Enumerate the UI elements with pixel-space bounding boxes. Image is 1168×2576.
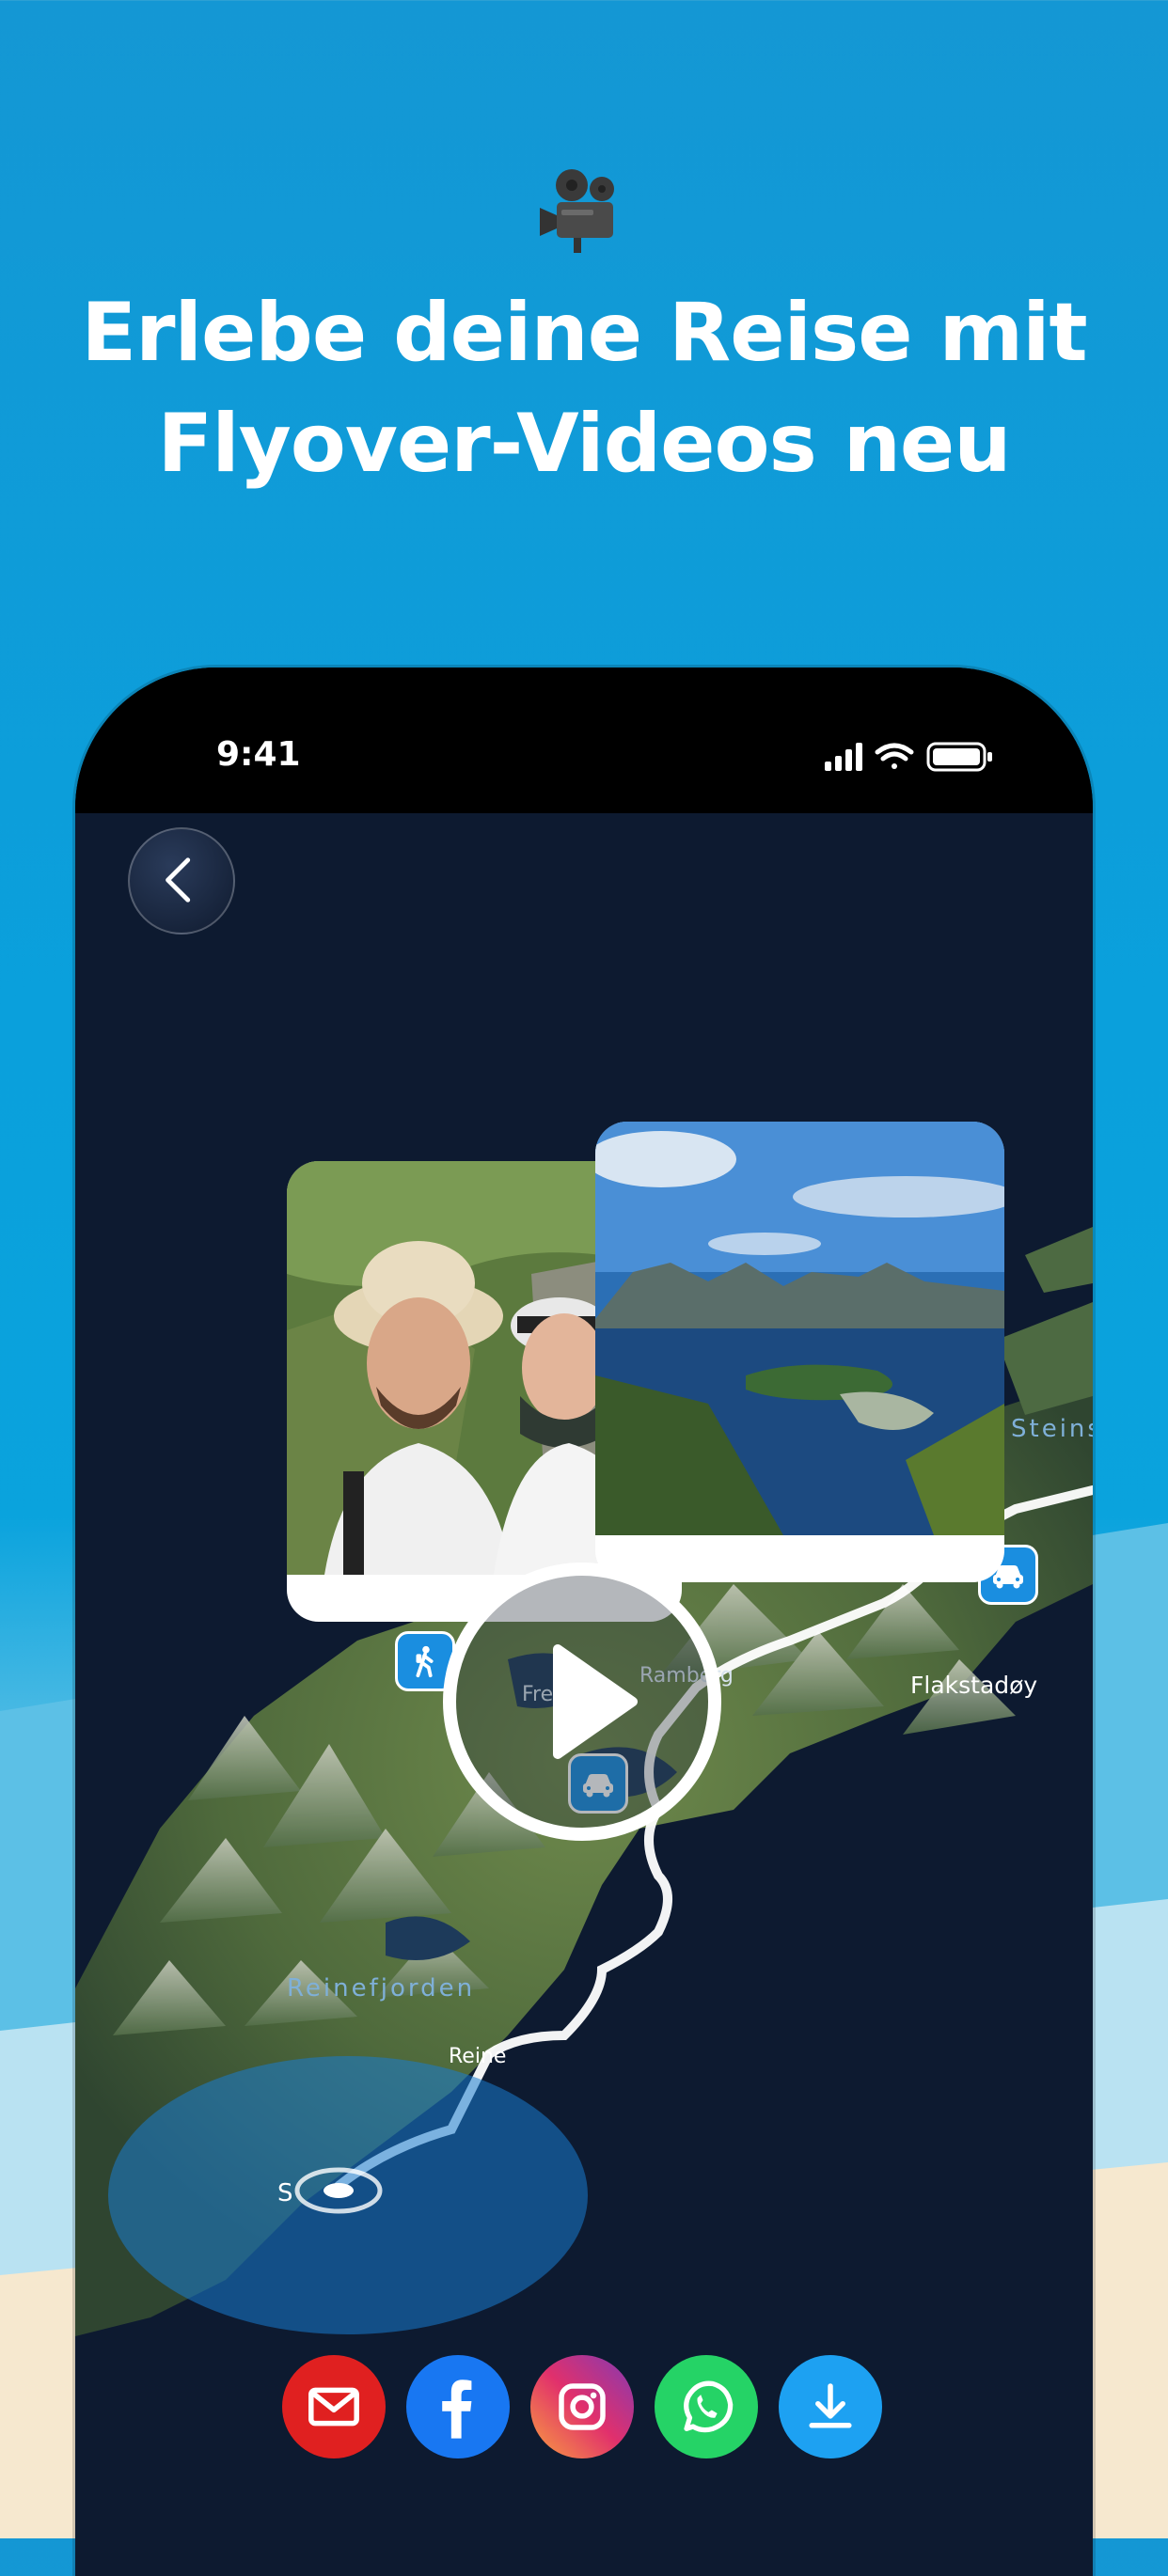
mail-icon <box>308 2387 359 2427</box>
instagram-icon <box>559 2383 606 2430</box>
play-button[interactable] <box>443 1563 721 1841</box>
signal-icon <box>825 743 862 771</box>
map-label-flakstadoy: Flakstadøy <box>910 1672 1038 1699</box>
share-facebook-button[interactable] <box>406 2355 510 2458</box>
map-label-reinefjorden: Reinefjorden <box>287 1974 476 2003</box>
facebook-icon <box>442 2380 472 2439</box>
status-time: 9:41 <box>216 735 301 774</box>
fjord-photo <box>595 1122 1004 1535</box>
page-headline: Erlebe deine Reise mit Flyover-Videos ne… <box>0 277 1168 499</box>
play-icon <box>553 1644 638 1759</box>
phone-frame: 9:41 Stein Ramberg Fre Flakstadøy Reinef… <box>75 668 1093 2576</box>
share-whatsapp-button[interactable] <box>655 2355 758 2458</box>
chevron-left-icon <box>166 857 191 903</box>
map-label-reine: Reine <box>449 2045 507 2068</box>
wifi-icon <box>875 743 914 769</box>
headline-line-1: Erlebe deine Reise mit <box>81 286 1087 380</box>
movie-camera-icon <box>540 169 614 253</box>
download-icon <box>809 2383 852 2428</box>
share-mail-button[interactable] <box>282 2355 386 2458</box>
map-label-steins: Steins <box>1011 1415 1093 1443</box>
share-instagram-button[interactable] <box>530 2355 634 2458</box>
status-icons <box>825 742 992 772</box>
share-download-button[interactable] <box>779 2355 882 2458</box>
photo-card-fjord[interactable] <box>595 1122 1004 1582</box>
status-bar: 9:41 <box>75 668 1093 813</box>
back-button[interactable] <box>128 827 235 935</box>
whatsapp-icon <box>684 2380 734 2433</box>
flyover-map-screen[interactable]: Steins Ramberg Fre Flakstadøy Reinefjord… <box>75 813 1093 2576</box>
battery-icon <box>926 742 992 772</box>
share-row <box>282 2355 884 2458</box>
map-label-s: S <box>277 2179 293 2207</box>
headline-line-2: Flyover-Videos neu <box>157 397 1011 491</box>
hiking-icon <box>416 1645 434 1678</box>
